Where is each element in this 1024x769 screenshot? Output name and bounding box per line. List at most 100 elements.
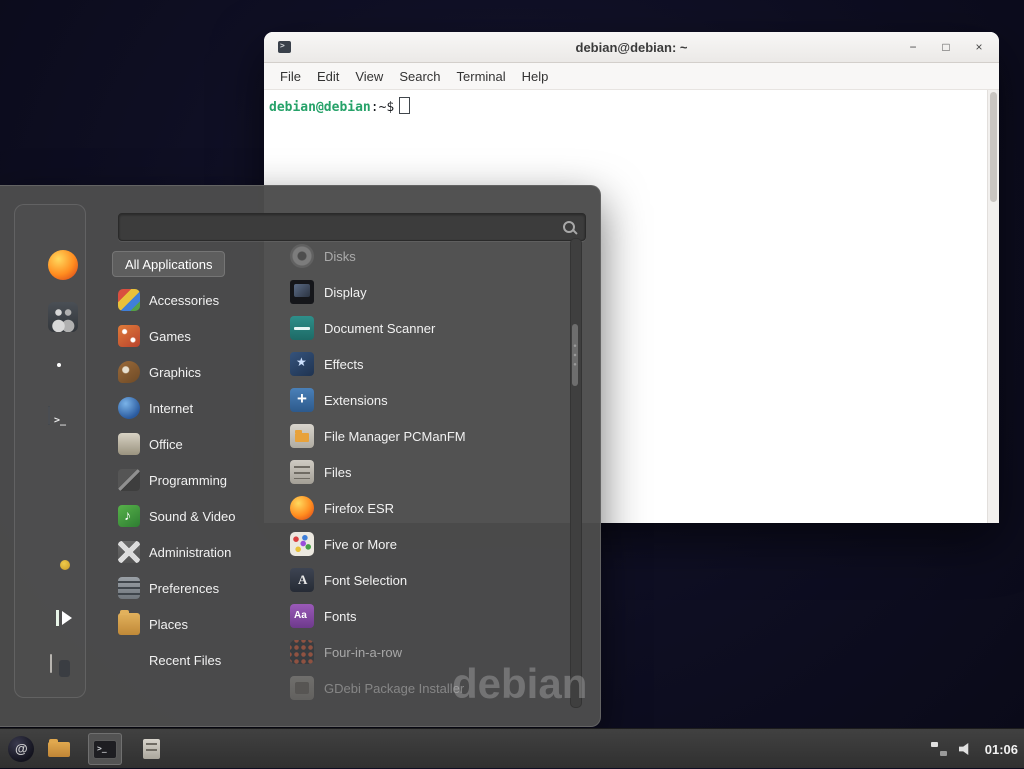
app-label: Effects — [324, 357, 364, 372]
favorite-people-icon[interactable] — [48, 302, 78, 332]
taskbar-terminal-button[interactable] — [88, 733, 122, 765]
app-item-disks[interactable]: Disks — [286, 238, 564, 274]
app-item-effects[interactable]: Effects — [286, 346, 564, 382]
app-item-font-selection[interactable]: Font Selection — [286, 562, 564, 598]
desktop-watermark: debian — [452, 660, 587, 708]
files-icon — [290, 460, 314, 484]
five-or-more-icon — [290, 532, 314, 556]
app-item-firefox-esr[interactable]: Firefox ESR — [286, 490, 564, 526]
category-preferences[interactable]: Preferences — [112, 570, 284, 606]
terminal-window-icon — [278, 41, 291, 53]
category-administration[interactable]: Administration — [112, 534, 284, 570]
folder-icon — [48, 742, 70, 757]
disks-icon — [290, 244, 314, 268]
firefox-icon — [290, 496, 314, 520]
menu-button[interactable] — [4, 733, 38, 765]
programming-icon — [118, 469, 140, 491]
application-menu: All Applications Accessories Games Graph… — [0, 185, 601, 727]
display-icon — [290, 280, 314, 304]
places-folder-icon — [118, 613, 140, 635]
category-label: Places — [149, 617, 188, 632]
close-button[interactable]: × — [971, 39, 987, 55]
terminal-scrollbar[interactable] — [987, 90, 999, 523]
app-label: Four-in-a-row — [324, 645, 402, 660]
terminal-scrollbar-thumb[interactable] — [990, 92, 997, 202]
menu-search-box[interactable] — [118, 213, 586, 241]
terminal-window-title: debian@debian: ~ — [264, 40, 999, 55]
category-graphics[interactable]: Graphics — [112, 354, 284, 390]
category-sound-video[interactable]: Sound & Video — [112, 498, 284, 534]
shutdown-icon[interactable] — [50, 654, 52, 673]
application-list: Disks Display Document Scanner Effects E… — [286, 238, 564, 706]
category-internet[interactable]: Internet — [112, 390, 284, 426]
terminal-menubar: File Edit View Search Terminal Help — [264, 63, 999, 90]
app-item-files[interactable]: Files — [286, 454, 564, 490]
pcmanfm-icon — [290, 424, 314, 448]
category-office[interactable]: Office — [112, 426, 284, 462]
app-item-fonts[interactable]: Fonts — [286, 598, 564, 634]
menu-terminal[interactable]: Terminal — [449, 69, 514, 84]
menu-help[interactable]: Help — [514, 69, 557, 84]
category-label: Graphics — [149, 365, 201, 380]
volume-icon[interactable] — [959, 743, 973, 756]
menu-search[interactable]: Search — [391, 69, 448, 84]
category-label: Programming — [149, 473, 227, 488]
shell-prompt: debian@debian:~$ — [269, 97, 410, 115]
administration-icon — [118, 541, 140, 563]
app-item-file-manager-pcmanfm[interactable]: File Manager PCManFM — [286, 418, 564, 454]
category-label: Preferences — [149, 581, 219, 596]
category-label: Office — [149, 437, 183, 452]
app-label: Extensions — [324, 393, 388, 408]
files-app-icon — [143, 739, 160, 759]
terminal-titlebar[interactable]: debian@debian: ~ − □ × — [264, 32, 999, 63]
category-label: Accessories — [149, 293, 219, 308]
favorite-terminal-icon[interactable] — [48, 406, 50, 425]
accessories-icon — [118, 289, 140, 311]
category-places[interactable]: Places — [112, 606, 284, 642]
app-list-scrollbar-thumb[interactable] — [572, 324, 578, 386]
four-in-a-row-icon — [290, 640, 314, 664]
category-all-applications[interactable]: All Applications — [112, 251, 225, 277]
favorites-panel — [14, 204, 86, 698]
minimize-button[interactable]: − — [905, 39, 921, 55]
menu-file[interactable]: File — [272, 69, 309, 84]
preferences-icon — [118, 577, 140, 599]
menu-edit[interactable]: Edit — [309, 69, 347, 84]
maximize-button[interactable]: □ — [938, 39, 954, 55]
games-icon — [118, 325, 140, 347]
sound-video-icon — [118, 505, 140, 527]
fonts-icon — [290, 604, 314, 628]
search-icon — [562, 220, 577, 235]
taskbar: 01:06 — [0, 728, 1024, 768]
category-recent-files[interactable]: Recent Files — [112, 642, 284, 678]
app-list-scrollbar[interactable] — [570, 238, 582, 708]
app-item-display[interactable]: Display — [286, 274, 564, 310]
app-item-five-or-more[interactable]: Five or More — [286, 526, 564, 562]
category-programming[interactable]: Programming — [112, 462, 284, 498]
category-label: Games — [149, 329, 191, 344]
debian-menu-icon — [8, 736, 34, 762]
favorite-firefox-icon[interactable] — [48, 250, 78, 280]
app-label: Files — [324, 465, 351, 480]
category-label: Administration — [149, 545, 231, 560]
network-icon[interactable] — [931, 742, 947, 756]
app-label: GDebi Package Installer — [324, 681, 464, 696]
app-item-document-scanner[interactable]: Document Scanner — [286, 310, 564, 346]
app-item-extensions[interactable]: Extensions — [286, 382, 564, 418]
category-accessories[interactable]: Accessories — [112, 282, 284, 318]
menu-search-input[interactable] — [119, 214, 562, 240]
prompt-user-host: debian@debian — [269, 100, 371, 115]
extensions-icon — [290, 388, 314, 412]
app-label: Fonts — [324, 609, 357, 624]
gdebi-icon — [290, 676, 314, 700]
menu-view[interactable]: View — [347, 69, 391, 84]
graphics-icon — [118, 361, 140, 383]
font-selection-icon — [290, 568, 314, 592]
app-label: Display — [324, 285, 367, 300]
app-label: Document Scanner — [324, 321, 435, 336]
category-games[interactable]: Games — [112, 318, 284, 354]
taskbar-files-button[interactable] — [134, 733, 168, 765]
taskbar-file-manager-button[interactable] — [42, 733, 76, 765]
terminal-cursor — [399, 97, 410, 114]
taskbar-clock[interactable]: 01:06 — [985, 742, 1018, 757]
